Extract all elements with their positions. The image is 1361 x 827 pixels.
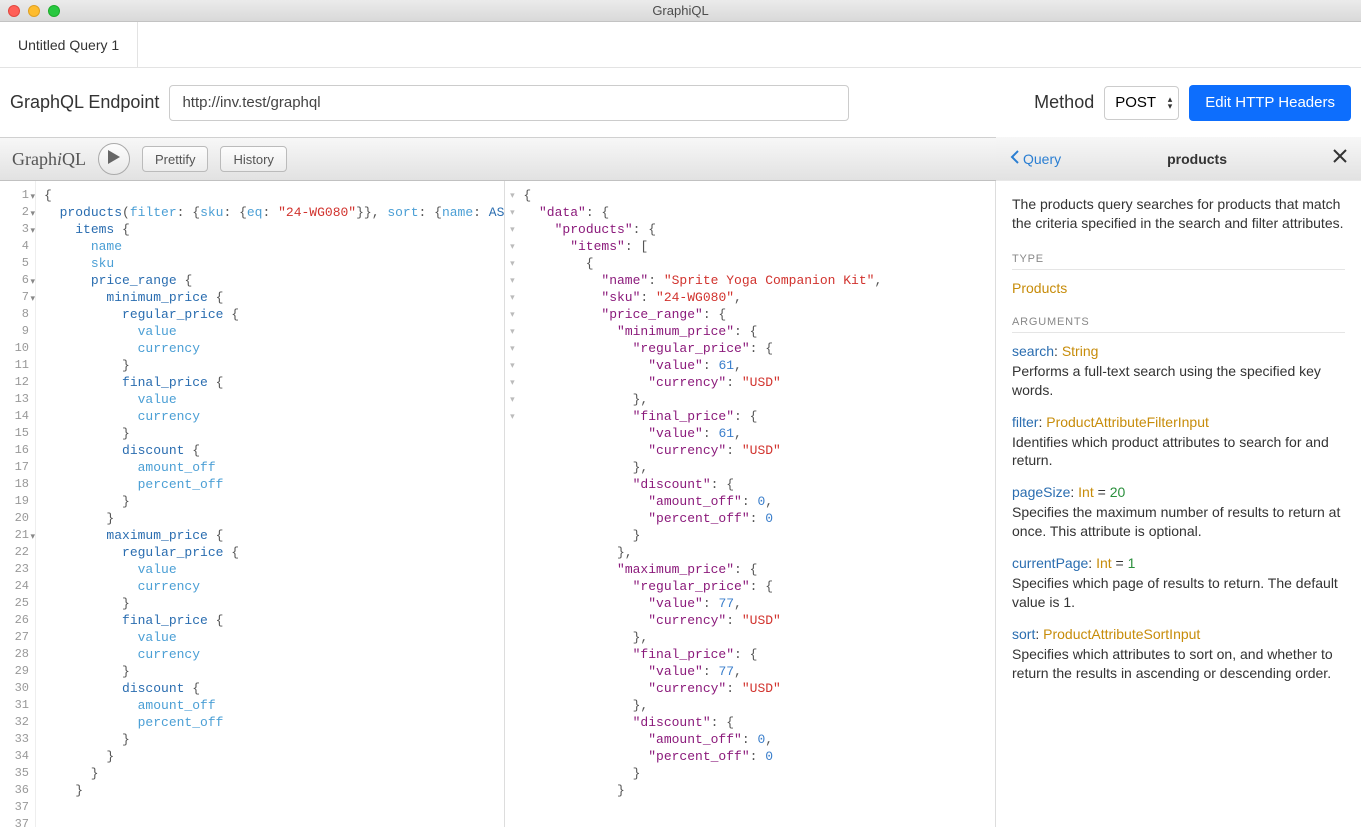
result-gutter: ▾▾▾▾▾▾▾▾▾▾▾▾▾▾ xyxy=(505,181,519,827)
tab-bar: Untitled Query 1 xyxy=(0,22,1361,68)
play-icon xyxy=(108,150,120,169)
arg-description: Specifies which attributes to sort on, a… xyxy=(1012,645,1345,683)
arg-name[interactable]: search xyxy=(1012,343,1054,359)
arg-description: Specifies which page of results to retur… xyxy=(1012,574,1345,612)
docs-arguments-heading: ARGUMENTS xyxy=(1012,316,1345,333)
edit-http-headers-button[interactable]: Edit HTTP Headers xyxy=(1189,85,1351,121)
graphiql-logo: GraphiQL xyxy=(12,149,86,170)
docs-argument: sort: ProductAttributeSortInputSpecifies… xyxy=(1012,626,1345,683)
docs-argument: pageSize: Int = 20Specifies the maximum … xyxy=(1012,484,1345,541)
execute-query-button[interactable] xyxy=(98,143,130,175)
endpoint-bar: GraphQL Endpoint Method POST Edit HTTP H… xyxy=(0,68,1361,137)
arg-description: Identifies which product attributes to s… xyxy=(1012,433,1345,471)
query-tab[interactable]: Untitled Query 1 xyxy=(0,22,138,67)
maximize-window-button[interactable] xyxy=(48,5,60,17)
method-label: Method xyxy=(1034,92,1094,113)
arg-type-link[interactable]: ProductAttributeFilterInput xyxy=(1046,414,1209,430)
arg-description: Specifies the maximum number of results … xyxy=(1012,503,1345,541)
arg-default: 1 xyxy=(1128,555,1136,571)
method-select[interactable]: POST xyxy=(1104,86,1179,120)
result-pane: ▾▾▾▾▾▾▾▾▾▾▾▾▾▾ { "data": { "products": {… xyxy=(505,181,996,827)
query-editor-pane: 1234567891011121314151617181920212223242… xyxy=(0,181,505,827)
endpoint-input[interactable] xyxy=(169,85,849,121)
arg-type-link[interactable]: ProductAttributeSortInput xyxy=(1043,626,1200,642)
minimize-window-button[interactable] xyxy=(28,5,40,17)
docs-title: products xyxy=(1061,151,1333,167)
editor-gutter: 1234567891011121314151617181920212223242… xyxy=(0,181,36,827)
docs-argument: search: StringPerforms a full-text searc… xyxy=(1012,343,1345,400)
titlebar: GraphiQL xyxy=(0,0,1361,22)
arg-name[interactable]: pageSize xyxy=(1012,484,1070,500)
arg-name[interactable]: currentPage xyxy=(1012,555,1088,571)
docs-description: The products query searches for products… xyxy=(1012,195,1345,233)
docs-type-link[interactable]: Products xyxy=(1012,280,1067,296)
docs-argument: filter: ProductAttributeFilterInputIdent… xyxy=(1012,414,1345,471)
docs-close-button[interactable] xyxy=(1333,149,1347,168)
prettify-button[interactable]: Prettify xyxy=(142,146,208,172)
window-controls xyxy=(8,5,60,17)
docs-back-button[interactable]: Query xyxy=(1010,150,1061,167)
arg-default: 20 xyxy=(1110,484,1126,500)
close-window-button[interactable] xyxy=(8,5,20,17)
docs-pane: Query products The products query search… xyxy=(996,181,1361,827)
close-icon xyxy=(1333,150,1347,167)
query-tab-label: Untitled Query 1 xyxy=(18,37,119,53)
query-editor[interactable]: { products(filter: {sku: {eq: "24-WG080"… xyxy=(36,181,504,827)
arg-type-link[interactable]: Int xyxy=(1096,555,1112,571)
arg-type-link[interactable]: Int xyxy=(1078,484,1094,500)
result-viewer: { "data": { "products": { "items": [ { "… xyxy=(519,181,995,827)
docs-type-heading: TYPE xyxy=(1012,253,1345,270)
arg-name[interactable]: sort xyxy=(1012,626,1035,642)
arg-description: Performs a full-text search using the sp… xyxy=(1012,362,1345,400)
chevron-left-icon xyxy=(1010,150,1019,167)
window-title: GraphiQL xyxy=(652,3,708,18)
endpoint-label: GraphQL Endpoint xyxy=(10,92,159,113)
docs-argument: currentPage: Int = 1Specifies which page… xyxy=(1012,555,1345,612)
workspace: 1234567891011121314151617181920212223242… xyxy=(0,181,1361,827)
history-button[interactable]: History xyxy=(220,146,286,172)
arg-name[interactable]: filter xyxy=(1012,414,1038,430)
arg-type-link[interactable]: String xyxy=(1062,343,1099,359)
docs-back-label: Query xyxy=(1023,151,1061,167)
